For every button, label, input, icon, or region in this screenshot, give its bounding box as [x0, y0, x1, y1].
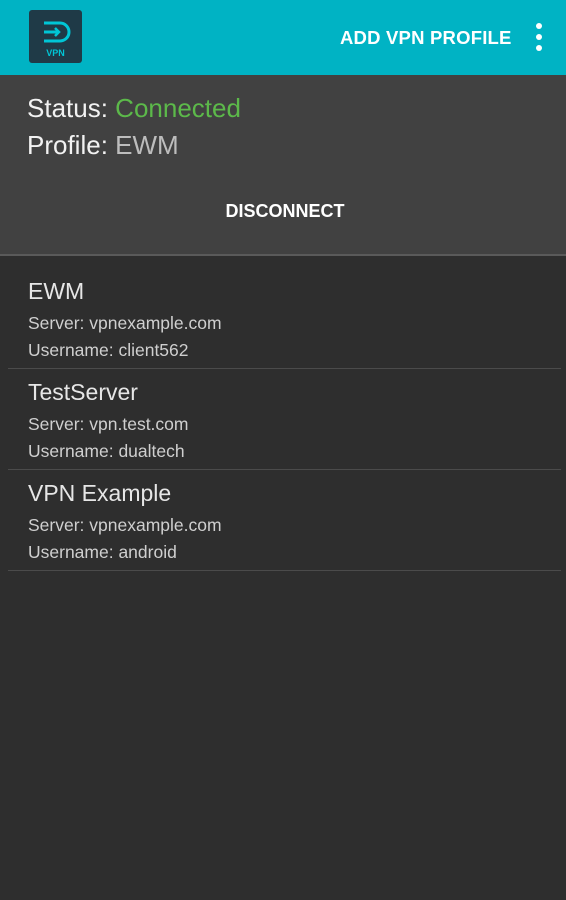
status-row: Status: Connected [27, 93, 241, 124]
profile-item-testserver[interactable]: TestServer Server: vpn.test.com Username… [8, 369, 561, 470]
profile-username: Username: android [28, 542, 177, 562]
add-vpn-profile-button[interactable]: ADD VPN PROFILE [330, 24, 522, 52]
profile-server: Server: vpn.test.com [28, 414, 189, 434]
app-bar: VPN ADD VPN PROFILE [0, 0, 566, 75]
vpn-app-icon: VPN [29, 10, 82, 63]
panel-divider [0, 254, 566, 256]
status-value: Connected [115, 93, 241, 123]
profile-server: Server: vpnexample.com [28, 313, 222, 333]
connection-status-panel: Status: Connected Profile: EWM DISCONNEC… [0, 75, 566, 256]
profile-name: EWM [28, 278, 85, 304]
profile-username: Username: client562 [28, 340, 189, 360]
svg-text:VPN: VPN [46, 48, 65, 58]
profile-value: EWM [115, 130, 179, 160]
vpn-logo-icon: VPN [44, 21, 71, 58]
profile-item-ewm[interactable]: EWM Server: vpnexample.com Username: cli… [8, 268, 561, 369]
profile-name: TestServer [28, 379, 138, 405]
profile-server: Server: vpnexample.com [28, 515, 222, 535]
profile-label: Profile: [27, 130, 108, 160]
vpn-profile-list: EWM Server: vpnexample.com Username: cli… [8, 268, 561, 571]
profile-name: VPN Example [28, 480, 172, 506]
more-vert-icon[interactable] [525, 20, 553, 54]
profile-username: Username: dualtech [28, 441, 185, 461]
profile-item-vpn-example[interactable]: VPN Example Server: vpnexample.com Usern… [8, 470, 561, 571]
profile-row: Profile: EWM [27, 130, 179, 161]
status-label: Status: [27, 93, 108, 123]
disconnect-button[interactable]: DISCONNECT [200, 193, 370, 229]
